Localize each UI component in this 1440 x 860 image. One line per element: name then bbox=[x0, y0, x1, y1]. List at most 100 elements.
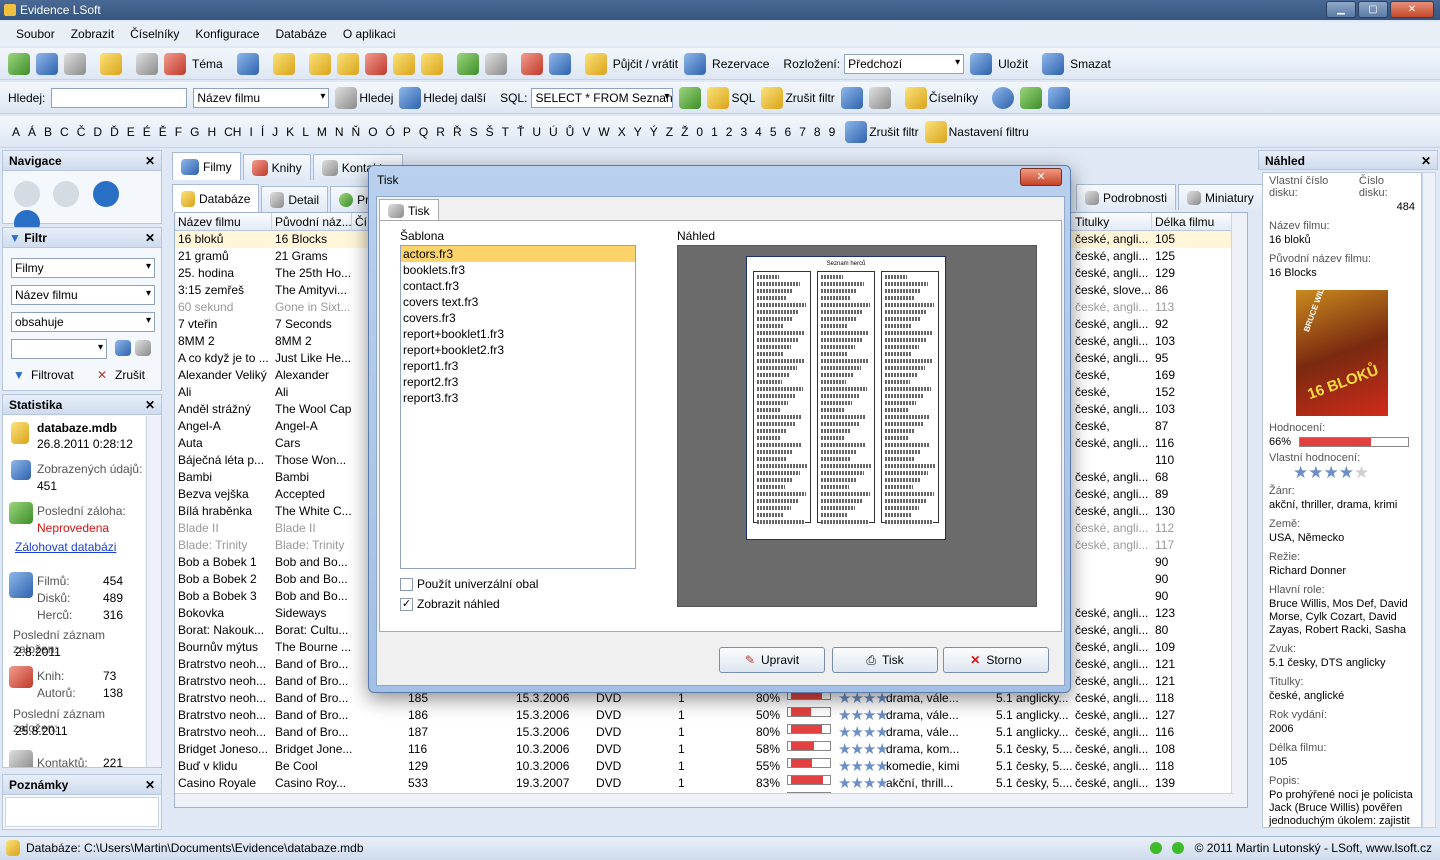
letter-filter[interactable]: R bbox=[432, 125, 449, 139]
table-horizontal-scrollbar[interactable] bbox=[175, 793, 1233, 807]
letter-filter[interactable]: Ň bbox=[348, 125, 365, 139]
column-header-length[interactable]: Délka filmu bbox=[1152, 213, 1232, 231]
letter-filter[interactable]: Ý bbox=[646, 125, 662, 139]
tab-detail[interactable]: Detail bbox=[261, 186, 329, 212]
lend-return-button[interactable]: Půjčit / vrátit bbox=[613, 57, 678, 71]
refresh-icon[interactable] bbox=[1020, 86, 1043, 109]
search-icon[interactable] bbox=[335, 86, 358, 109]
clear-filter-button-2[interactable]: Zrušit filtr bbox=[869, 125, 918, 139]
preview-scrollbar[interactable] bbox=[1422, 172, 1436, 828]
template-item[interactable]: actors.fr3 bbox=[401, 246, 635, 262]
template-item[interactable]: report1.fr3 bbox=[401, 358, 635, 374]
letter-filter[interactable]: A bbox=[8, 125, 24, 139]
filter-settings-icon[interactable] bbox=[924, 120, 947, 143]
move-disk-icon[interactable] bbox=[392, 52, 415, 75]
letter-filter[interactable]: N bbox=[331, 125, 348, 139]
tab-filmy[interactable]: Filmy bbox=[172, 152, 241, 180]
lend-icon[interactable] bbox=[584, 52, 607, 75]
show-preview-checkbox[interactable]: ✓ Zobrazit náhled bbox=[400, 597, 500, 611]
export-icon[interactable] bbox=[1048, 86, 1071, 109]
delete-layout-button[interactable]: Smazat bbox=[1070, 57, 1111, 71]
search-field-select[interactable]: Název filmu bbox=[193, 87, 330, 108]
letter-filter[interactable]: Ť bbox=[513, 125, 528, 139]
statistics-scrollbar[interactable] bbox=[146, 416, 161, 767]
clear-filter-funnel-icon[interactable] bbox=[845, 120, 868, 143]
save-sql-icon[interactable] bbox=[840, 86, 863, 109]
letter-filter[interactable]: Z bbox=[662, 125, 677, 139]
letter-filter[interactable]: Ě bbox=[155, 125, 171, 139]
theme-icon[interactable] bbox=[164, 52, 186, 75]
import-icon[interactable] bbox=[456, 52, 479, 75]
letter-filter[interactable]: G bbox=[186, 125, 203, 139]
letter-filter[interactable]: T bbox=[498, 125, 513, 139]
table-row[interactable]: Casino Royale Casino Roy... 533 19.3.2007 DV… bbox=[175, 775, 1233, 792]
template-item[interactable]: covers text.fr3 bbox=[401, 294, 635, 310]
letter-filter[interactable]: S bbox=[466, 125, 482, 139]
table-row[interactable]: Bratrstvo neoh... Band of Bro... 187 15.3.2… bbox=[175, 724, 1233, 741]
settings-icon[interactable] bbox=[272, 52, 295, 75]
letter-filter[interactable]: I bbox=[245, 125, 256, 139]
delete-disk-icon[interactable] bbox=[364, 52, 387, 75]
door-icon[interactable] bbox=[236, 52, 259, 75]
dialog-close-button[interactable]: ✕ bbox=[1020, 168, 1062, 186]
menu-konfigurace[interactable]: Konfigurace bbox=[187, 27, 267, 41]
close-window-button[interactable]: ✕ bbox=[1390, 1, 1434, 18]
save-layout-button[interactable]: Uložit bbox=[998, 57, 1028, 71]
tab-knihy[interactable]: Knihy bbox=[242, 154, 311, 180]
search-next-button[interactable]: Hledej další bbox=[423, 91, 486, 105]
delete-record-icon[interactable] bbox=[64, 52, 86, 75]
filter-field-select[interactable]: Název filmu bbox=[11, 285, 155, 305]
menu-zobrazit[interactable]: Zobrazit bbox=[63, 27, 122, 41]
eraser-icon[interactable] bbox=[1042, 52, 1065, 75]
letter-filter[interactable]: E bbox=[123, 125, 139, 139]
close-icon[interactable]: ✕ bbox=[145, 151, 155, 171]
letter-filter[interactable]: Á bbox=[24, 125, 40, 139]
letter-filter[interactable]: 8 bbox=[810, 125, 825, 139]
find-disk-icon[interactable] bbox=[336, 52, 359, 75]
tab-miniatury[interactable]: Miniatury bbox=[1178, 184, 1263, 210]
letter-filter[interactable]: 0 bbox=[692, 125, 707, 139]
tab-podrobnosti[interactable]: Podrobnosti bbox=[1076, 184, 1177, 210]
menu-ciselniky[interactable]: Číselníky bbox=[122, 27, 187, 41]
reservation-icon[interactable] bbox=[684, 52, 707, 75]
letter-filter[interactable]: O bbox=[364, 125, 381, 139]
menu-o-aplikaci[interactable]: O aplikaci bbox=[335, 27, 404, 41]
letter-filter[interactable]: B bbox=[40, 125, 56, 139]
delete-filter-icon[interactable] bbox=[135, 340, 151, 356]
letter-filter[interactable]: H bbox=[203, 125, 220, 139]
letter-filter[interactable]: 6 bbox=[781, 125, 796, 139]
letter-filter[interactable]: L bbox=[298, 125, 313, 139]
letter-filter[interactable]: Š bbox=[482, 125, 498, 139]
letter-filter[interactable]: U bbox=[528, 125, 545, 139]
letter-filter[interactable]: Ž bbox=[677, 125, 692, 139]
letter-filter[interactable]: F bbox=[171, 125, 186, 139]
letter-filter[interactable]: 3 bbox=[736, 125, 751, 139]
minimize-button[interactable]: ▁ bbox=[1326, 1, 1356, 18]
letter-filter[interactable]: Ů bbox=[562, 125, 579, 139]
close-icon[interactable]: ✕ bbox=[145, 228, 155, 248]
search-button[interactable]: Hledej bbox=[359, 91, 393, 105]
template-item[interactable]: report+booklet2.fr3 bbox=[401, 342, 635, 358]
letter-filter[interactable]: 1 bbox=[707, 125, 722, 139]
letter-filter[interactable]: V bbox=[578, 125, 594, 139]
search-input[interactable] bbox=[51, 87, 188, 108]
universal-cover-checkbox[interactable]: Použít univerzální obal bbox=[400, 577, 538, 591]
clear-filter-button[interactable]: Zrušit filtr bbox=[785, 91, 834, 105]
sort-disk-icon[interactable] bbox=[420, 52, 443, 75]
letter-filter[interactable]: Č bbox=[73, 125, 90, 139]
tab-databaze[interactable]: Databáze bbox=[172, 184, 260, 212]
letter-filter[interactable]: Í bbox=[257, 125, 268, 139]
letter-filter[interactable]: Ó bbox=[382, 125, 399, 139]
table-row[interactable]: Bridget Joneso... Bridget Jone... 116 10.3.… bbox=[175, 741, 1233, 758]
table-row[interactable]: Buď v klidu Be Cool 129 10.3.2006 DVD 1 55% kom… bbox=[175, 758, 1233, 775]
filter-category-select[interactable]: Filmy bbox=[11, 258, 155, 278]
sql-icon[interactable] bbox=[707, 86, 730, 109]
table-row[interactable]: Bratrstvo neoh... Band of Bro... 186 15.3.2… bbox=[175, 707, 1233, 724]
column-header-original[interactable]: Původní náz... bbox=[272, 213, 352, 231]
backup-database-link[interactable]: Zálohovat databázi bbox=[15, 540, 116, 554]
delete-sql-icon[interactable] bbox=[868, 86, 891, 109]
close-icon[interactable]: ✕ bbox=[145, 395, 155, 415]
letter-filter[interactable]: Ď bbox=[106, 125, 123, 139]
maximize-button[interactable]: ▢ bbox=[1358, 1, 1388, 18]
filter-operator-select[interactable]: obsahuje bbox=[11, 312, 155, 332]
